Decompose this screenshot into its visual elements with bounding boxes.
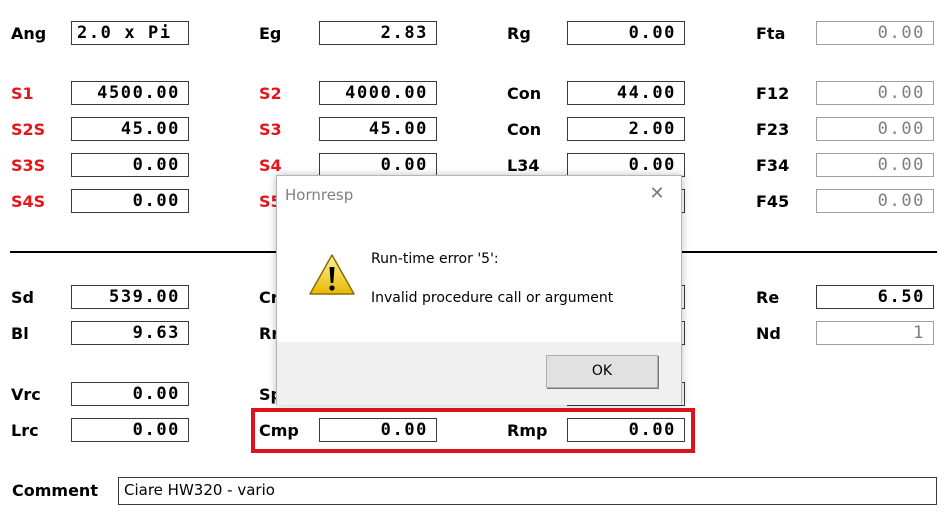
label-s3: S3 <box>259 120 282 139</box>
label-comment: Comment <box>12 481 98 500</box>
s3s-field[interactable]: 0.00 <box>71 153 189 177</box>
label-s2: S2 <box>259 84 282 103</box>
label-rg: Rg <box>507 24 531 43</box>
eg-field[interactable]: 2.83 <box>319 21 437 45</box>
s4s-field[interactable]: 0.00 <box>71 189 189 213</box>
re-field[interactable]: 6.50 <box>816 285 934 309</box>
label-s1: S1 <box>11 84 34 103</box>
label-vrc: Vrc <box>11 385 41 404</box>
f12-field[interactable]: 0.00 <box>816 81 934 105</box>
comment-field[interactable]: Ciare HW320 - vario <box>118 477 937 505</box>
con-2-field[interactable]: 2.00 <box>567 117 685 141</box>
dialog-title: Hornresp <box>285 186 354 204</box>
f23-field[interactable]: 0.00 <box>816 117 934 141</box>
warning-icon <box>309 254 355 295</box>
dialog-message-line2: Invalid procedure call or argument <box>371 290 614 306</box>
s2s-field[interactable]: 45.00 <box>71 117 189 141</box>
label-s3s: S3S <box>11 156 46 175</box>
f45-field[interactable]: 0.00 <box>816 189 934 213</box>
f34-field[interactable]: 0.00 <box>816 153 934 177</box>
label-eg: Eg <box>259 24 282 43</box>
label-s4: S4 <box>259 156 282 175</box>
ok-button[interactable]: OK <box>546 355 658 388</box>
lrc-field[interactable]: 0.00 <box>71 418 189 442</box>
s2-field[interactable]: 4000.00 <box>319 81 437 105</box>
label-f12: F12 <box>756 84 790 103</box>
label-s2s: S2S <box>11 120 46 139</box>
con-1-field[interactable]: 44.00 <box>567 81 685 105</box>
label-f34: F34 <box>756 156 790 175</box>
label-l34: L34 <box>507 156 540 175</box>
label-con-1: Con <box>507 84 542 103</box>
label-f45: F45 <box>756 192 790 211</box>
label-re: Re <box>756 288 780 307</box>
s3-field[interactable]: 45.00 <box>319 117 437 141</box>
sd-field[interactable]: 539.00 <box>71 285 189 309</box>
ang-field[interactable]: 2.0 x Pi <box>71 21 189 45</box>
close-icon[interactable]: ✕ <box>645 182 669 206</box>
label-bl: Bl <box>11 324 29 343</box>
highlight-box <box>251 408 695 453</box>
label-s4s: S4S <box>11 192 46 211</box>
fta-field[interactable]: 0.00 <box>816 21 934 45</box>
label-ang: Ang <box>11 24 47 43</box>
error-dialog: Hornresp ✕ Run-time error '5': Invalid p… <box>276 175 682 405</box>
l34-field[interactable]: 0.00 <box>567 153 685 177</box>
label-lrc: Lrc <box>11 421 39 440</box>
s1-field[interactable]: 4500.00 <box>71 81 189 105</box>
label-sd: Sd <box>11 288 34 307</box>
label-fta: Fta <box>756 24 786 43</box>
s4-field[interactable]: 0.00 <box>319 153 437 177</box>
rg-field[interactable]: 0.00 <box>567 21 685 45</box>
nd-field[interactable]: 1 <box>816 321 934 345</box>
label-con-2: Con <box>507 120 542 139</box>
label-nd: Nd <box>756 324 781 343</box>
label-f23: F23 <box>756 120 790 139</box>
dialog-footer: OK <box>277 342 681 405</box>
vrc-field[interactable]: 0.00 <box>71 382 189 406</box>
dialog-message-line1: Run-time error '5': <box>371 251 499 267</box>
bl-field[interactable]: 9.63 <box>71 321 189 345</box>
